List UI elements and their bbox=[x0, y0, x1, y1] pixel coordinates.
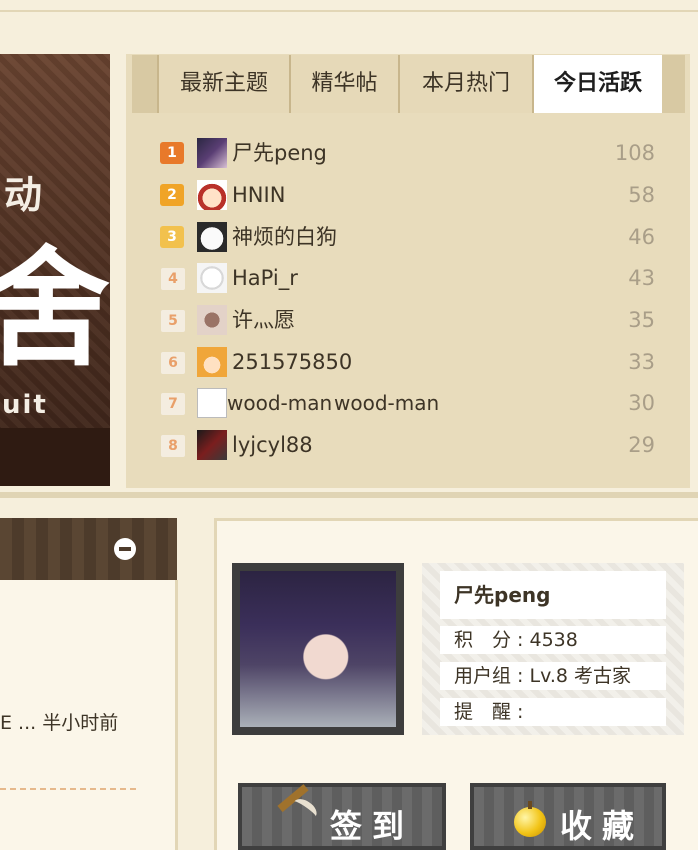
ranking-row: 4 HaPi_r 43 bbox=[127, 260, 689, 296]
collapse-icon[interactable] bbox=[114, 538, 136, 560]
favorite-button[interactable]: 收藏 bbox=[470, 783, 666, 850]
rank-badge: 8 bbox=[160, 434, 186, 458]
user-name[interactable]: 251575850 bbox=[232, 344, 352, 380]
user-avatar[interactable] bbox=[197, 138, 227, 168]
user-name[interactable]: 许灬愿 bbox=[232, 302, 295, 338]
sign-in-button[interactable]: 签到 bbox=[238, 783, 446, 850]
profile-username[interactable]: 尸先peng bbox=[440, 571, 666, 619]
tab-today-active[interactable]: 今日活跃 bbox=[534, 55, 662, 113]
post-count: 108 bbox=[614, 141, 655, 165]
tab-latest[interactable]: 最新主题 bbox=[157, 55, 291, 113]
user-name[interactable]: 尸先peng bbox=[232, 135, 327, 171]
post-count: 29 bbox=[628, 433, 655, 457]
ranking-panel: 最新主题 精华帖 本月热门 今日活跃 1 尸先peng 108 2 HNIN 5… bbox=[126, 54, 690, 488]
rank-badge: 3 bbox=[160, 226, 184, 248]
ranking-row: 5 许灬愿 35 bbox=[127, 302, 689, 338]
banner-image[interactable]: 动 舍 uit bbox=[0, 54, 110, 486]
sign-in-label: 签到 bbox=[330, 807, 415, 845]
ranking-row: 6 251575850 33 bbox=[127, 344, 689, 380]
user-avatar[interactable] bbox=[197, 430, 227, 460]
banner-text-3: uit bbox=[2, 390, 48, 420]
banner-text-1: 动 bbox=[4, 173, 43, 217]
left-panel-header bbox=[0, 518, 177, 580]
pickaxe-icon bbox=[277, 784, 321, 841]
user-avatar[interactable] bbox=[197, 263, 227, 293]
dashed-divider bbox=[0, 788, 136, 790]
post-count: 30 bbox=[628, 391, 655, 415]
profile-avatar[interactable] bbox=[232, 563, 404, 735]
rank-badge: 4 bbox=[160, 267, 186, 291]
tab-monthly-hot[interactable]: 本月热门 bbox=[398, 55, 534, 113]
post-count: 46 bbox=[628, 225, 655, 249]
user-avatar[interactable] bbox=[197, 180, 227, 210]
top-border bbox=[0, 0, 698, 12]
profile-group: 用户组 : Lv.8 考古家 bbox=[440, 662, 666, 690]
user-name[interactable]: HaPi_r bbox=[232, 260, 298, 296]
tab-featured[interactable]: 精华帖 bbox=[289, 55, 400, 113]
user-avatar[interactable] bbox=[197, 222, 227, 252]
avatar-image bbox=[240, 571, 396, 727]
golden-apple-icon bbox=[510, 801, 550, 841]
post-meta-text[interactable]: E ... 半小时前 bbox=[0, 708, 118, 735]
rank-badge: 5 bbox=[160, 309, 186, 333]
post-count: 35 bbox=[628, 308, 655, 332]
banner-bottom bbox=[0, 428, 110, 486]
profile-points: 积 分 : 4538 bbox=[440, 626, 666, 654]
ranking-row: 7 wood-man wood-man 30 bbox=[127, 385, 689, 421]
post-count: 43 bbox=[628, 266, 655, 290]
user-name[interactable]: HNIN bbox=[232, 177, 285, 213]
broken-image-icon[interactable] bbox=[197, 388, 227, 418]
profile-remind[interactable]: 提 醒 : bbox=[440, 698, 666, 726]
user-avatar[interactable] bbox=[197, 347, 227, 377]
rank-badge: 2 bbox=[160, 184, 184, 206]
banner-text-2: 舍 bbox=[0, 235, 110, 384]
section-divider bbox=[0, 492, 698, 498]
ranking-tabs: 最新主题 精华帖 本月热门 今日活跃 bbox=[132, 55, 685, 113]
left-panel-body: E ... 半小时前 bbox=[0, 580, 178, 850]
post-count: 58 bbox=[628, 183, 655, 207]
user-name[interactable]: 神烦的白狗 bbox=[232, 219, 337, 255]
ranking-row: 1 尸先peng 108 bbox=[127, 135, 689, 171]
ranking-row: 8 lyjcyl88 29 bbox=[127, 427, 689, 463]
favorite-label: 收藏 bbox=[560, 807, 645, 845]
post-count: 33 bbox=[628, 350, 655, 374]
ranking-row: 2 HNIN 58 bbox=[127, 177, 689, 213]
rank-badge: 6 bbox=[160, 351, 186, 375]
user-name[interactable]: wood-man bbox=[334, 385, 439, 421]
user-name[interactable]: lyjcyl88 bbox=[232, 427, 313, 463]
ranking-row: 3 神烦的白狗 46 bbox=[127, 219, 689, 255]
user-avatar[interactable] bbox=[197, 305, 227, 335]
user-avatar-alt[interactable]: wood-man bbox=[227, 385, 332, 421]
rank-badge: 1 bbox=[160, 142, 184, 164]
rank-badge: 7 bbox=[160, 392, 186, 416]
